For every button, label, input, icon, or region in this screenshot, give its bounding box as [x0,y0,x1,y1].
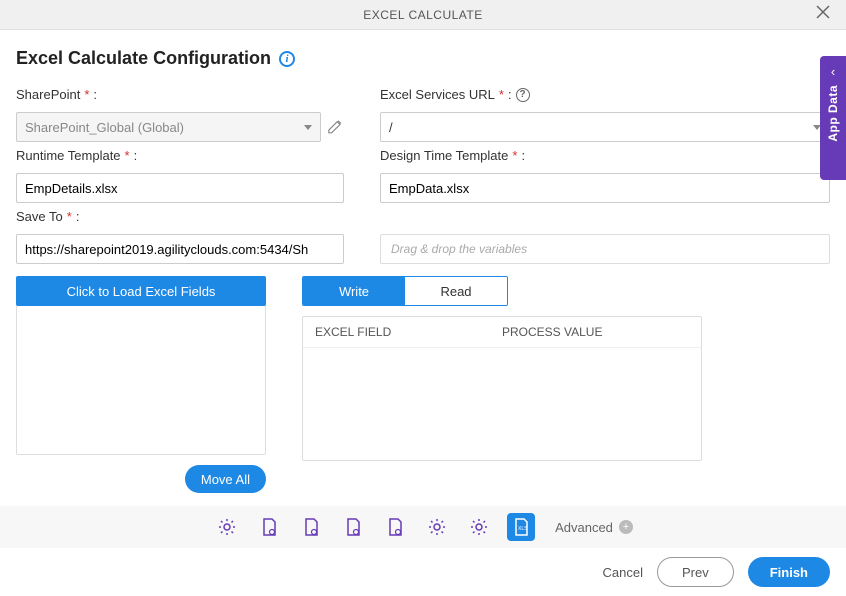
save-to-input[interactable] [16,234,344,264]
gear-icon[interactable] [213,513,241,541]
excel-url-label-text: Excel Services URL [380,87,495,102]
app-data-label: App Data [826,85,840,142]
design-template-label: Design Time Template *: [380,148,830,163]
info-icon[interactable]: i [279,51,295,67]
app-data-tab[interactable]: ‹ App Data [820,56,846,180]
mapping-panel: Write Read EXCEL FIELD PROCESS VALUE [302,276,830,493]
required-mark: * [512,148,517,163]
plus-icon: + [619,520,633,534]
runtime-template-label-text: Runtime Template [16,148,121,163]
finish-button[interactable]: Finish [748,557,830,587]
runtime-template-label: Runtime Template *: [16,148,344,163]
read-write-toggle: Write Read [302,276,508,306]
file-gear-icon-4[interactable] [381,513,409,541]
read-tab[interactable]: Read [405,277,507,305]
sharepoint-label-text: SharePoint [16,87,80,102]
runtime-template-input[interactable] [16,173,344,203]
move-all-button[interactable]: Move All [185,465,266,493]
colon: : [93,87,97,102]
advanced-link[interactable]: Advanced + [555,520,633,535]
help-icon[interactable]: ? [516,88,530,102]
sharepoint-select[interactable]: SharePoint_Global (Global) [16,112,321,142]
svg-text:XLS: XLS [518,526,528,532]
required-mark: * [125,148,130,163]
sharepoint-label: SharePoint *: [16,87,344,102]
footer: Cancel Prev Finish [0,548,846,596]
required-mark: * [499,87,504,102]
write-tab[interactable]: Write [303,277,405,305]
prev-button[interactable]: Prev [657,557,734,587]
advanced-label: Advanced [555,520,613,535]
design-template-field[interactable] [389,181,821,196]
runtime-template-field[interactable] [25,181,335,196]
save-to-label-text: Save To [16,209,63,224]
colon: : [134,148,138,163]
required-mark: * [84,87,89,102]
drag-drop-placeholder: Drag & drop the variables [391,242,527,256]
save-to-field[interactable] [25,242,335,257]
design-template-label-text: Design Time Template [380,148,508,163]
page-title: Excel Calculate Configuration [16,48,271,69]
colon: : [76,209,80,224]
file-gear-icon-2[interactable] [297,513,325,541]
sharepoint-value: SharePoint_Global (Global) [25,120,184,135]
excel-services-url-select[interactable]: / [380,112,830,142]
close-icon[interactable] [816,5,836,25]
titlebar: EXCEL CALCULATE [0,0,846,30]
required-mark: * [67,209,72,224]
load-excel-fields-button[interactable]: Click to Load Excel Fields [16,276,266,306]
colon: : [508,87,512,102]
mapping-table: EXCEL FIELD PROCESS VALUE [302,316,702,461]
gear-icon-2[interactable] [423,513,451,541]
load-fields-panel: Click to Load Excel Fields Move All [16,276,266,493]
xls-file-icon[interactable]: XLS [507,513,535,541]
col-excel-field: EXCEL FIELD [315,325,502,339]
file-gear-icon[interactable] [255,513,283,541]
col-process-value: PROCESS VALUE [502,325,689,339]
bottom-toolbar: XLS Advanced + [0,506,846,548]
save-to-label: Save To *: [16,209,344,224]
chevron-left-icon: ‹ [831,64,835,79]
design-template-input[interactable] [380,173,830,203]
colon: : [521,148,525,163]
excel-fields-list [16,305,266,455]
excel-url-label: Excel Services URL *: ? [380,87,830,102]
edit-icon[interactable] [327,118,344,136]
cancel-button[interactable]: Cancel [603,565,643,580]
gear-icon-3[interactable] [465,513,493,541]
file-gear-icon-3[interactable] [339,513,367,541]
main-content: Excel Calculate Configuration i SharePoi… [0,30,846,493]
chevron-down-icon [304,125,312,130]
drag-drop-area[interactable]: Drag & drop the variables [380,234,830,264]
window-title: EXCEL CALCULATE [363,8,483,22]
excel-url-value: / [389,120,393,135]
